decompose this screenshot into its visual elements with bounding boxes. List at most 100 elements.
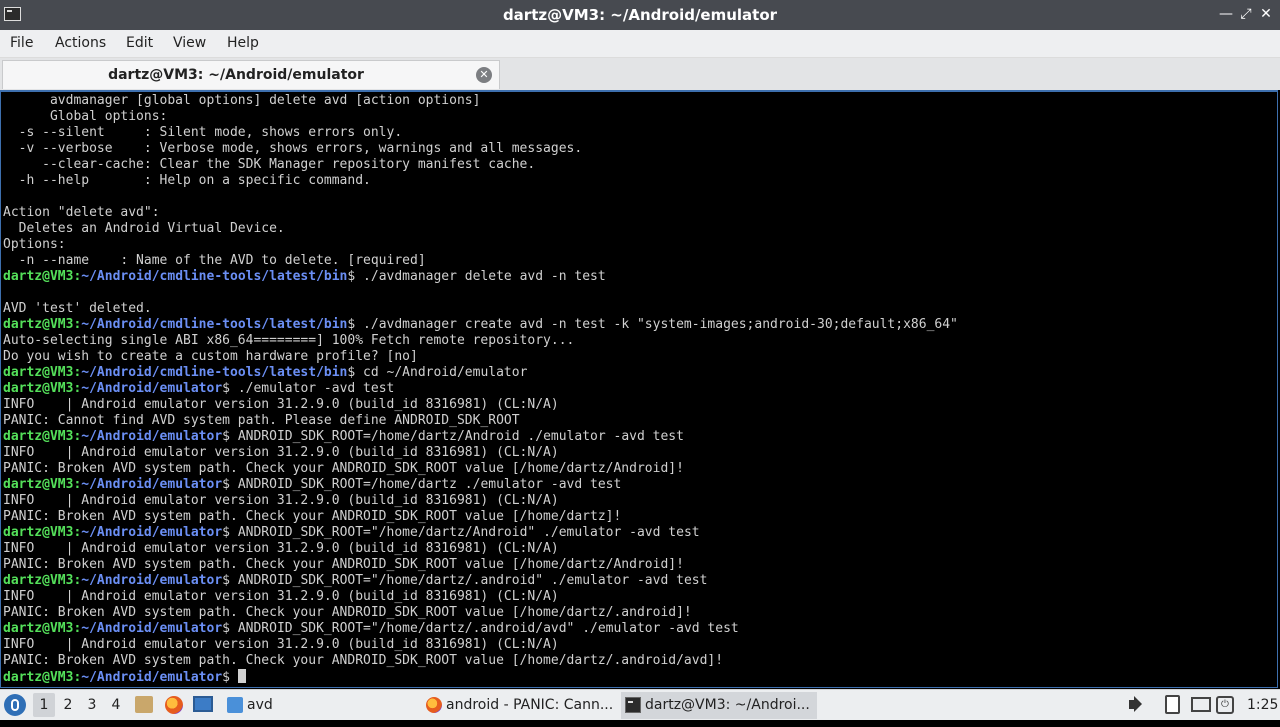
show-desktop-icon[interactable] — [135, 696, 153, 713]
terminal-line: dartz@VM3:~/Android/cmdline-tools/latest… — [3, 317, 958, 333]
terminal-text: INFO | Android emulator version 31.2.9.0… — [3, 397, 559, 412]
monitor-icon[interactable] — [1191, 697, 1211, 712]
desktop-3-button[interactable]: 3 — [81, 693, 103, 717]
window-title: dartz@VM3: ~/Android/emulator — [502, 6, 778, 24]
terminal-tab[interactable]: dartz@VM3: ~/Android/emulator ✕ — [2, 60, 500, 89]
menu-view[interactable]: View — [173, 35, 206, 51]
terminal-text: avdmanager [global options] delete avd [… — [3, 93, 481, 108]
terminal-line: PANIC: Broken AVD system path. Check you… — [3, 605, 692, 621]
terminal-text: Do you wish to create a custom hardware … — [3, 349, 418, 364]
terminal-text: --clear-cache: Clear the SDK Manager rep… — [3, 157, 536, 172]
screen-icon[interactable] — [193, 696, 213, 712]
prompt-command: $ ANDROID_SDK_ROOT=/home/dartz/Android .… — [222, 429, 684, 444]
folder-icon — [227, 697, 243, 713]
terminal-line: dartz@VM3:~/Android/emulator$ ANDROID_SD… — [3, 525, 700, 541]
terminal-line: dartz@VM3:~/Android/emulator$ ANDROID_SD… — [3, 573, 707, 589]
volume-icon[interactable] — [1127, 695, 1147, 715]
terminal-line: Do you wish to create a custom hardware … — [3, 349, 418, 365]
prompt-user: dartz@VM3 — [3, 477, 74, 492]
terminal-line: AVD 'test' deleted. — [3, 301, 152, 317]
maximize-icon[interactable]: ⤢ — [1237, 5, 1255, 23]
close-icon[interactable]: ✕ — [1257, 5, 1275, 23]
prompt-command: $ ANDROID_SDK_ROOT="/home/dartz/Android"… — [222, 525, 700, 540]
terminal-line: avdmanager [global options] delete avd [… — [3, 93, 480, 109]
menu-actions[interactable]: Actions — [55, 35, 106, 51]
prompt-command: $ — [222, 670, 238, 685]
terminal-text: INFO | Android emulator version 31.2.9.0… — [3, 445, 559, 460]
folder-task-label: avd — [247, 697, 273, 713]
desktop-4-button[interactable]: 4 — [105, 693, 127, 717]
firefox-icon[interactable] — [165, 696, 183, 714]
terminal-text: PANIC: Cannot find AVD system path. Plea… — [3, 413, 520, 428]
tab-label: dartz@VM3: ~/Android/emulator — [108, 67, 364, 83]
terminal-text: -s --silent : Silent mode, shows errors … — [3, 125, 403, 140]
menu-help[interactable]: Help — [227, 35, 259, 51]
prompt-path: ~/Android/emulator — [81, 381, 223, 396]
menu-file[interactable]: File — [10, 35, 33, 51]
desktop-1-button[interactable]: 1 — [33, 693, 55, 717]
taskbar: 1 2 3 4 avd android - PANIC: Cann... dar… — [0, 689, 1280, 720]
power-icon[interactable]: ⏻ — [1216, 696, 1234, 714]
menu-edit[interactable]: Edit — [126, 35, 153, 51]
prompt-command: $ cd ~/Android/emulator — [347, 365, 528, 380]
prompt-user: dartz@VM3 — [3, 269, 74, 284]
terminal-text: PANIC: Broken AVD system path. Check you… — [3, 509, 622, 524]
desktop-2-button[interactable]: 2 — [57, 693, 79, 717]
terminal-line: Deletes an Android Virtual Device. — [3, 221, 285, 237]
terminal-text: Options: — [3, 237, 66, 252]
firefox-task-label: android - PANIC: Cann... — [446, 697, 614, 713]
firefox-icon — [426, 697, 442, 713]
prompt-user: dartz@VM3 — [3, 365, 74, 380]
terminal-text: AVD 'test' deleted. — [3, 301, 152, 316]
terminal-text: INFO | Android emulator version 31.2.9.0… — [3, 637, 559, 652]
terminal-line: --clear-cache: Clear the SDK Manager rep… — [3, 157, 535, 173]
firefox-task[interactable]: android - PANIC: Cann... — [422, 692, 617, 719]
terminal-line: Options: — [3, 237, 66, 253]
prompt-path: ~/Android/emulator — [81, 670, 223, 685]
window-titlebar: dartz@VM3: ~/Android/emulator — ⤢ ✕ — [0, 0, 1280, 30]
prompt-user: dartz@VM3 — [3, 670, 74, 685]
terminal-line: INFO | Android emulator version 31.2.9.0… — [3, 589, 559, 605]
terminal-line: PANIC: Broken AVD system path. Check you… — [3, 653, 723, 669]
prompt-user: dartz@VM3 — [3, 573, 74, 588]
terminal-text: -h --help : Help on a specific command. — [3, 173, 371, 188]
terminal-text: INFO | Android emulator version 31.2.9.0… — [3, 541, 559, 556]
terminal-line: Global options: — [3, 109, 167, 125]
prompt-command: $ ANDROID_SDK_ROOT="/home/dartz/.android… — [222, 621, 739, 636]
tab-bar: dartz@VM3: ~/Android/emulator ✕ — [0, 58, 1280, 90]
terminal-text: Global options: — [3, 109, 168, 124]
terminal-view[interactable]: avdmanager [global options] delete avd [… — [0, 90, 1278, 688]
terminal-line: -n --name : Name of the AVD to delete. [… — [3, 253, 426, 269]
prompt-user: dartz@VM3 — [3, 621, 74, 636]
minimize-icon[interactable]: — — [1217, 5, 1235, 23]
folder-task[interactable]: avd — [223, 692, 283, 719]
terminal-text: Action "delete avd": — [3, 205, 160, 220]
clipboard-icon[interactable] — [1165, 695, 1180, 714]
prompt-path: ~/Android/cmdline-tools/latest/bin — [81, 365, 348, 380]
terminal-line: dartz@VM3:~/Android/emulator$ ANDROID_SD… — [3, 621, 739, 637]
terminal-text: INFO | Android emulator version 31.2.9.0… — [3, 493, 559, 508]
terminal-line: PANIC: Broken AVD system path. Check you… — [3, 461, 684, 477]
prompt-path: ~/Android/emulator — [81, 525, 223, 540]
terminal-task[interactable]: dartz@VM3: ~/Androi... — [621, 692, 817, 719]
prompt-path: ~/Android/cmdline-tools/latest/bin — [81, 317, 348, 332]
prompt-path: ~/Android/cmdline-tools/latest/bin — [81, 269, 348, 284]
tab-close-icon[interactable]: ✕ — [476, 67, 492, 83]
terminal-line: dartz@VM3:~/Android/cmdline-tools/latest… — [3, 365, 527, 381]
terminal-text: -v --verbose : Verbose mode, shows error… — [3, 141, 583, 156]
terminal-text: Auto-selecting single ABI x86_64========… — [3, 333, 575, 348]
terminal-line: INFO | Android emulator version 31.2.9.0… — [3, 493, 559, 509]
clock[interactable]: 1:25 — [1247, 697, 1278, 727]
terminal-line: -h --help : Help on a specific command. — [3, 173, 371, 189]
prompt-command: $ ANDROID_SDK_ROOT="/home/dartz/.android… — [222, 573, 708, 588]
start-menu-icon[interactable] — [4, 694, 26, 716]
prompt-user: dartz@VM3 — [3, 429, 74, 444]
terminal-line: PANIC: Broken AVD system path. Check you… — [3, 557, 684, 573]
terminal-cursor — [237, 669, 246, 683]
terminal-text: -n --name : Name of the AVD to delete. [… — [3, 253, 426, 268]
terminal-line: -v --verbose : Verbose mode, shows error… — [3, 141, 583, 157]
prompt-path: ~/Android/emulator — [81, 573, 223, 588]
menubar: File Actions Edit View Help — [0, 30, 1280, 58]
prompt-command: $ ./avdmanager delete avd -n test — [347, 269, 606, 284]
prompt-path: ~/Android/emulator — [81, 621, 223, 636]
